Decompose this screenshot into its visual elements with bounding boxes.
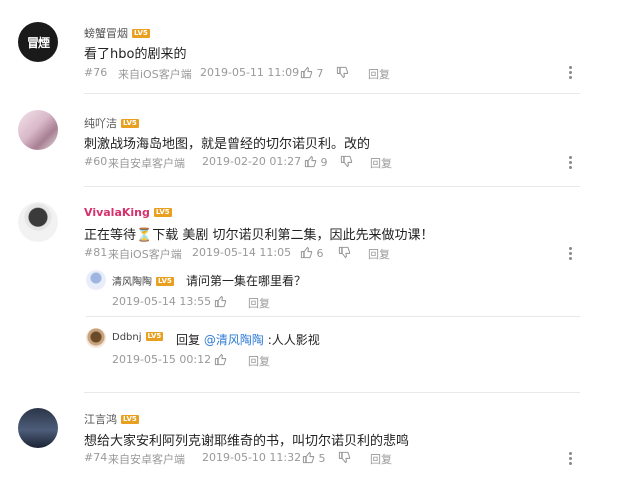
- like-count: 9: [320, 156, 328, 169]
- username[interactable]: 螃蟹冒烟 LV5: [84, 25, 150, 41]
- reply-button[interactable]: 回复: [368, 66, 390, 82]
- reply-button[interactable]: 回复: [370, 451, 392, 467]
- like-button[interactable]: [214, 353, 227, 367]
- level-badge: LV5: [132, 29, 150, 38]
- level-badge: LV5: [153, 208, 172, 217]
- dislike-button[interactable]: [338, 451, 351, 465]
- floor-number: #60: [84, 155, 108, 168]
- level-badge: LV5: [156, 277, 174, 286]
- comment-text: 正在等待⏳下载 美剧 切尔诺贝利第二集，因此先来做功课！: [84, 224, 433, 243]
- like-button[interactable]: 9: [304, 155, 328, 169]
- username[interactable]: VivalaKing LV5: [84, 206, 172, 219]
- more-vertical-icon[interactable]: [569, 156, 573, 171]
- source-label: 来自iOS客户端: [118, 68, 192, 81]
- comment-text: 想给大家安利阿列克谢耶维奇的书，叫切尔诺贝利的悲鸣: [84, 434, 410, 449]
- comment-meta: #60 来自安卓客户端 2019-02-20 01:27 9 回复: [84, 155, 404, 171]
- comment-meta: #76 来自iOS客户端 2019-05-11 11:09 7 回复: [84, 66, 404, 82]
- dislike-button[interactable]: [338, 246, 351, 260]
- avatar[interactable]: 冒煙: [18, 22, 58, 62]
- username-text[interactable]: 江言鸿: [84, 413, 117, 426]
- comment-meta: #81 来自iOS客户端 2019-05-14 11:05 6 回复: [84, 246, 404, 262]
- username-text[interactable]: VivalaKing: [84, 206, 150, 219]
- dislike-button[interactable]: [340, 155, 353, 169]
- thumb-up-icon: [300, 66, 313, 79]
- level-badge: LV5: [121, 415, 139, 424]
- more-vertical-icon[interactable]: [569, 452, 573, 467]
- hourglass-icon: ⏳: [136, 228, 153, 243]
- like-count: 7: [316, 67, 324, 80]
- divider: [84, 186, 580, 187]
- timestamp: 2019-05-14 13:55: [112, 295, 212, 308]
- like-button[interactable]: 6: [300, 246, 324, 260]
- thumb-up-icon: [214, 295, 227, 308]
- reply-username-text[interactable]: 清风陶陶: [112, 277, 152, 288]
- reply-text: 回复 @清风陶陶 :人人影视: [176, 331, 320, 348]
- reply-meta: 2019-05-15 00:12 回复: [112, 353, 312, 369]
- username-text[interactable]: 螃蟹冒烟: [84, 27, 128, 40]
- thumb-down-icon: [340, 155, 353, 168]
- divider: [86, 316, 580, 317]
- reply-username[interactable]: 清风陶陶 LV5: [112, 273, 174, 288]
- reply-button[interactable]: 回复: [248, 295, 270, 311]
- reply-username-text[interactable]: Ddbnj: [112, 332, 142, 343]
- reply-username[interactable]: Ddbnj LV5: [112, 332, 164, 343]
- reply-button[interactable]: 回复: [370, 155, 392, 171]
- like-button[interactable]: 7: [300, 66, 324, 80]
- floor-number: #74: [84, 451, 108, 464]
- avatar[interactable]: [18, 110, 58, 150]
- reply-avatar[interactable]: [86, 270, 106, 290]
- timestamp: 2019-05-15 00:12: [112, 353, 212, 366]
- level-badge: LV5: [145, 332, 164, 341]
- avatar[interactable]: [18, 202, 58, 242]
- comment-text: 看了hbo的剧来的: [84, 47, 187, 62]
- floor-number: #81: [84, 246, 108, 259]
- thumb-up-icon: [214, 353, 227, 366]
- timestamp: 2019-05-14 11:05: [192, 246, 292, 259]
- thumb-up-icon: [300, 246, 313, 259]
- thumb-down-icon: [338, 451, 351, 464]
- reply-meta: 2019-05-14 13:55 回复: [112, 295, 312, 311]
- comment-text: 刺激战场海岛地图，就是曾经的切尔诺贝利。改的: [84, 137, 371, 152]
- dislike-button[interactable]: [336, 66, 349, 80]
- source-label: 来自安卓客户端: [108, 157, 185, 170]
- reply-body: :人人影视: [267, 333, 320, 347]
- reply-avatar[interactable]: [86, 328, 106, 348]
- reply-prefix: 回复: [176, 333, 201, 347]
- avatar-text: 冒煙: [26, 35, 50, 50]
- reply-button[interactable]: 回复: [248, 353, 270, 369]
- mention-link[interactable]: @清风陶陶: [204, 333, 264, 347]
- source-label: 来自安卓客户端: [108, 453, 185, 466]
- level-badge: LV5: [121, 119, 139, 128]
- comment-text-part: 下载 美剧 切尔诺贝利第二集，因此先来做功课！: [152, 228, 434, 243]
- comment-meta: #74 来自安卓客户端 2019-05-10 11:32 5 回复: [84, 451, 404, 467]
- username[interactable]: 纯吖洁 LV5: [84, 115, 139, 131]
- username-text[interactable]: 纯吖洁: [84, 117, 117, 130]
- source-label: 来自iOS客户端: [108, 248, 182, 261]
- floor-number: #76: [84, 66, 108, 79]
- like-count: 5: [318, 452, 326, 465]
- reply-button[interactable]: 回复: [368, 246, 390, 262]
- thumb-down-icon: [338, 246, 351, 259]
- like-button[interactable]: [214, 295, 227, 309]
- thumb-up-icon: [302, 451, 315, 464]
- comment-text-part: 正在等待: [84, 228, 137, 243]
- timestamp: 2019-05-10 11:32: [202, 451, 302, 464]
- more-vertical-icon[interactable]: [569, 247, 573, 262]
- reply-text: 请问第一集在哪里看？: [186, 274, 307, 288]
- timestamp: 2019-02-20 01:27: [202, 155, 302, 168]
- thumb-down-icon: [336, 66, 349, 79]
- username[interactable]: 江言鸿 LV5: [84, 411, 139, 427]
- timestamp: 2019-05-11 11:09: [200, 66, 300, 79]
- like-button[interactable]: 5: [302, 451, 326, 465]
- avatar[interactable]: [18, 408, 58, 448]
- divider: [84, 93, 580, 94]
- like-count: 6: [316, 247, 324, 260]
- divider: [84, 392, 580, 393]
- thumb-up-icon: [304, 155, 317, 168]
- more-vertical-icon[interactable]: [569, 66, 573, 81]
